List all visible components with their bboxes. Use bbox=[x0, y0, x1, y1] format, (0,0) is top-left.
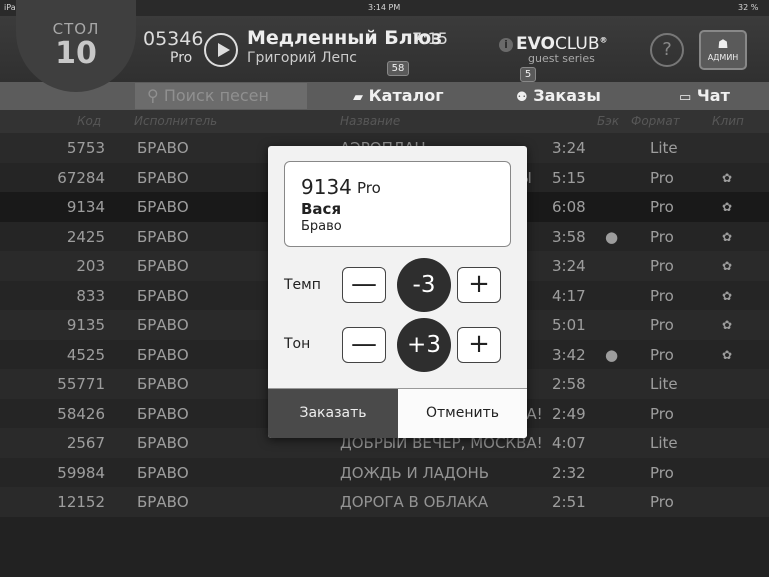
battery-level: 32 % bbox=[738, 3, 759, 12]
tempo-label: Темп bbox=[284, 277, 321, 293]
evoclub-logo: EVOCLUB® bbox=[516, 34, 608, 54]
tab-orders-label: Заказы bbox=[533, 86, 601, 105]
order-dialog: 9134 Pro Вася Браво Темп — -3 + Тон — +3… bbox=[268, 146, 527, 438]
order-button[interactable]: Заказать bbox=[268, 389, 398, 438]
info-icon[interactable]: i bbox=[499, 38, 513, 52]
key-increase-button[interactable]: + bbox=[457, 327, 501, 363]
play-button[interactable] bbox=[204, 33, 238, 67]
help-button[interactable]: ? bbox=[650, 33, 684, 67]
key-decrease-button[interactable]: — bbox=[342, 327, 386, 363]
tempo-value: -3 bbox=[397, 258, 451, 312]
key-value: +3 bbox=[397, 318, 451, 372]
search-icon: ⚲ bbox=[147, 86, 159, 105]
now-playing-code: 05346 bbox=[143, 28, 204, 50]
logo-subtitle: guest series bbox=[528, 52, 595, 65]
admin-label: АДМИН bbox=[707, 53, 739, 62]
tempo-decrease-button[interactable]: — bbox=[342, 267, 386, 303]
clock: 3:14 PM bbox=[368, 3, 401, 12]
tab-orders[interactable]: ⚉ Заказы bbox=[516, 86, 601, 105]
catalog-count-badge: 58 bbox=[387, 61, 409, 76]
book-icon: ▰ bbox=[353, 90, 363, 105]
selected-song-title: Вася bbox=[301, 200, 342, 218]
tab-catalog-label: Каталог bbox=[368, 86, 444, 105]
selected-song-code: 9134 bbox=[301, 175, 352, 199]
now-playing-artist: Григорий Лепс bbox=[247, 50, 357, 66]
chat-icon: ▭ bbox=[679, 90, 692, 105]
search-input[interactable]: ⚲ Поиск песен bbox=[135, 83, 307, 109]
cancel-button[interactable]: Отменить bbox=[398, 389, 527, 438]
tab-catalog[interactable]: ▰ Каталог bbox=[353, 86, 444, 105]
people-icon: ⚉ bbox=[516, 90, 528, 105]
admin-icon: ☗ bbox=[717, 37, 729, 51]
tab-chat[interactable]: ▭ Чат bbox=[679, 86, 730, 105]
selected-song-card: 9134 Pro Вася Браво bbox=[284, 161, 511, 247]
tab-chat-label: Чат bbox=[696, 86, 730, 105]
key-label: Тон bbox=[284, 336, 311, 352]
tempo-increase-button[interactable]: + bbox=[457, 267, 501, 303]
now-playing-format: Pro bbox=[170, 50, 193, 66]
orders-count-badge: 5 bbox=[520, 67, 536, 82]
search-placeholder: Поиск песен bbox=[163, 86, 269, 105]
selected-song-artist: Браво bbox=[301, 219, 342, 234]
admin-button[interactable]: ☗ АДМИН bbox=[699, 30, 747, 70]
now-playing-duration: 7:15 bbox=[412, 29, 448, 48]
table-number: 10 bbox=[55, 36, 97, 71]
selected-song-format: Pro bbox=[357, 179, 381, 197]
